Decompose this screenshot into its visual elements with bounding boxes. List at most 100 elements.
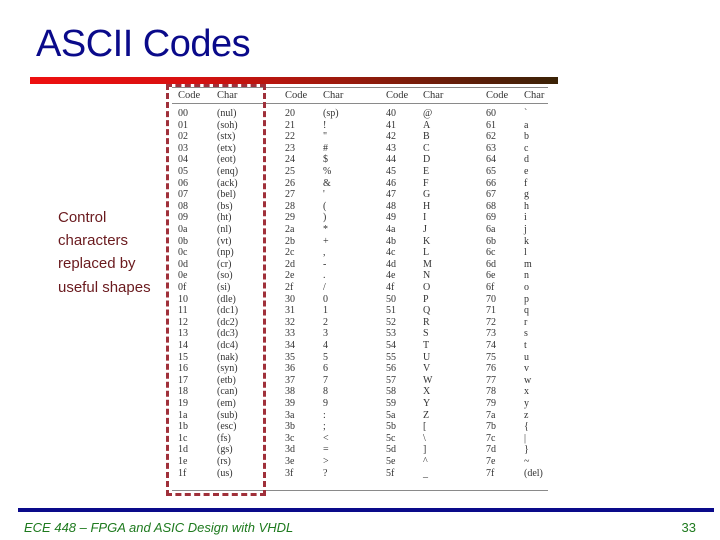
code-cell: 62	[486, 131, 496, 143]
char-cell: -	[323, 258, 327, 270]
code-cell: 20	[285, 108, 295, 119]
code-cell: 27	[285, 189, 295, 201]
char-cell: T	[423, 340, 430, 351]
char-cell: f	[524, 177, 528, 189]
slide-title: ASCII Codes	[36, 23, 251, 65]
char-cell: x	[524, 386, 529, 398]
code-cell: 4c	[386, 247, 396, 259]
char-cell: \	[423, 432, 426, 444]
code-cell: 40	[386, 108, 396, 119]
char-cell: .	[323, 270, 326, 282]
char-cell: K	[423, 235, 431, 247]
char-cell: 9	[323, 398, 328, 409]
char-cell: 8	[323, 386, 328, 398]
char-cell: l	[524, 247, 527, 259]
code-cell: 71	[486, 305, 496, 317]
char-cell: H	[423, 200, 431, 212]
code-cell: 33	[285, 328, 295, 340]
code-cell: 70	[486, 293, 496, 305]
code-cell: 6b	[486, 235, 496, 247]
code-cell: 34	[285, 340, 295, 351]
code-cell: 7c	[486, 432, 496, 444]
char-cell: =	[323, 444, 329, 456]
char-cell: @	[423, 108, 433, 119]
char-cell: (	[323, 200, 327, 212]
char-cell: e	[524, 166, 529, 177]
code-cell: 25	[285, 166, 295, 177]
char-cell: X	[423, 386, 431, 398]
char-cell: G	[423, 189, 431, 201]
char-cell: u	[524, 351, 529, 363]
code-cell: 75	[486, 351, 496, 363]
code-cell: 23	[285, 142, 295, 154]
code-cell: 45	[386, 166, 396, 177]
char-cell: 2	[323, 316, 328, 328]
code-cell: 52	[386, 316, 396, 328]
code-cell: 65	[486, 166, 496, 177]
code-cell: 2f	[285, 282, 294, 293]
char-cell: R	[423, 316, 430, 328]
char-cell: D	[423, 154, 431, 166]
char-cell: 5	[323, 351, 328, 363]
code-cell: 6c	[486, 247, 496, 259]
char-cell: y	[524, 398, 529, 409]
char-cell: Z	[423, 409, 430, 421]
code-cell: 73	[486, 328, 496, 340]
code-cell: 55	[386, 351, 396, 363]
char-cell: :	[323, 409, 326, 421]
code-cell: 30	[285, 293, 295, 305]
char-cell: t	[524, 340, 527, 351]
code-cell: 4f	[386, 282, 395, 293]
char-cell: B	[423, 131, 430, 143]
char-cell: Q	[423, 305, 431, 317]
char-cell: V	[423, 363, 431, 375]
code-cell: 5a	[386, 409, 396, 421]
char-cell: v	[524, 363, 529, 375]
code-cell: 6a	[486, 224, 496, 235]
code-cell: 31	[285, 305, 295, 317]
page-number: 33	[681, 520, 696, 535]
char-cell: )	[323, 212, 327, 224]
code-cell: 50	[386, 293, 396, 305]
code-cell: 7b	[486, 421, 496, 433]
code-cell: 7e	[486, 456, 496, 467]
code-cell: 72	[486, 316, 496, 328]
char-cell: [	[423, 421, 427, 433]
footer-divider	[18, 508, 714, 512]
char-cell: L	[423, 247, 430, 259]
code-cell: 2c	[285, 247, 295, 259]
code-cell: 6d	[486, 258, 496, 270]
char-cell: M	[423, 258, 432, 270]
code-cell: 28	[285, 200, 295, 212]
column-header-char: Char	[524, 90, 545, 101]
code-cell: 4b	[386, 235, 396, 247]
code-cell: 3e	[285, 456, 295, 467]
char-cell: j	[524, 224, 527, 235]
char-cell: A	[423, 119, 431, 131]
char-cell: !	[323, 119, 327, 131]
char-cell: %	[323, 166, 332, 177]
code-cell: 5d	[386, 444, 396, 456]
code-cell: 6e	[486, 270, 496, 282]
char-cell: _	[423, 467, 428, 479]
char-cell: z	[524, 409, 529, 421]
code-cell: 22	[285, 131, 295, 143]
code-cell: 54	[386, 340, 396, 351]
code-cell: 61	[486, 119, 496, 131]
char-cell: >	[323, 456, 329, 467]
code-cell: 2a	[285, 224, 295, 235]
code-cell: 32	[285, 316, 295, 328]
code-cell: 66	[486, 177, 496, 189]
column-header-char: Char	[323, 90, 344, 101]
char-cell: 6	[323, 363, 328, 375]
char-cell: $	[323, 154, 328, 166]
code-cell: 74	[486, 340, 496, 351]
char-cell: S	[423, 328, 429, 340]
char-cell: w	[524, 374, 532, 386]
code-cell: 3c	[285, 432, 295, 444]
code-cell: 48	[386, 200, 396, 212]
side-note: Control characters replaced by useful sh…	[58, 209, 151, 296]
char-cell: g	[524, 189, 529, 201]
code-cell: 3f	[285, 467, 294, 479]
footer-course-title: ECE 448 – FPGA and ASIC Design with VHDL	[24, 520, 294, 535]
